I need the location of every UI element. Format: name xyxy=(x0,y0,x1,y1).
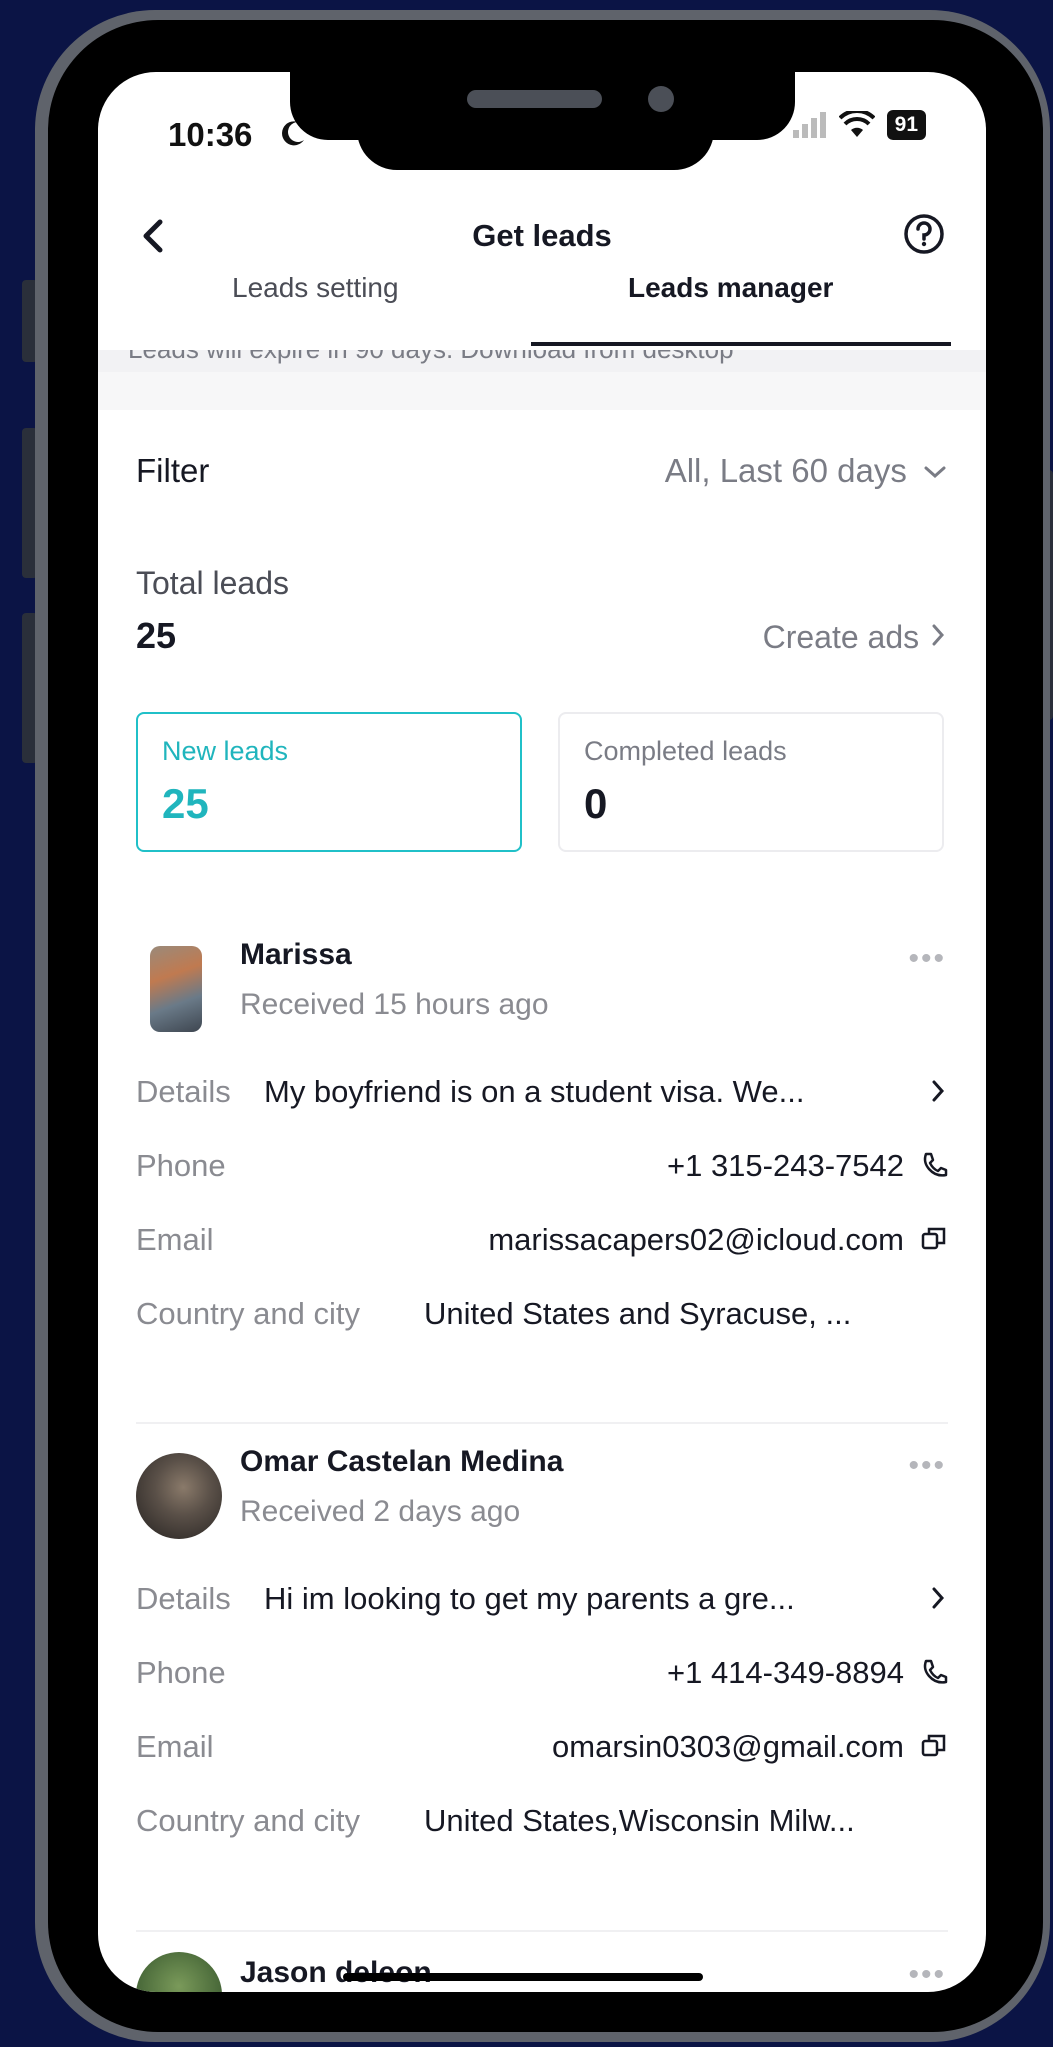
page-title: Get leads xyxy=(472,218,612,253)
details-label: Details xyxy=(136,1074,231,1109)
battery-icon: 91 xyxy=(886,110,926,140)
lead-received-time: Received 2 days ago xyxy=(240,1495,521,1528)
new-leads-count: 25 xyxy=(162,780,209,827)
speaker-grille xyxy=(467,90,602,108)
filter-label: Filter xyxy=(136,452,210,489)
phone-value[interactable]: +1 315-243-7542 xyxy=(667,1148,904,1184)
details-row[interactable]: Details My boyfriend is on a student vis… xyxy=(136,1074,948,1124)
copy-icon[interactable] xyxy=(920,1731,948,1761)
more-icon[interactable]: ••• xyxy=(908,1449,946,1483)
avatar xyxy=(136,1453,222,1539)
location-value: United States,Wisconsin Milw... xyxy=(424,1803,855,1838)
more-icon[interactable]: ••• xyxy=(908,1958,946,1992)
completed-leads-count: 0 xyxy=(584,780,608,827)
create-ads-link[interactable]: Create ads xyxy=(763,619,948,656)
help-icon[interactable] xyxy=(902,212,946,256)
details-label: Details xyxy=(136,1581,231,1616)
app-header: Get leads xyxy=(98,202,986,272)
avatar xyxy=(136,1952,222,1992)
chevron-right-icon xyxy=(932,624,945,646)
lead-name: Omar Castelan Medina xyxy=(240,1445,564,1478)
phone-row: Phone +1 315-243-7542 xyxy=(136,1148,948,1198)
chevron-down-icon xyxy=(924,466,946,479)
details-value: Hi im looking to get my parents a gre... xyxy=(264,1581,795,1616)
signal-icon xyxy=(792,112,826,138)
create-ads-label: Create ads xyxy=(762,619,920,655)
notice-text: Leads will expire in 90 days. Download f… xyxy=(128,350,734,365)
location-label: Country and city xyxy=(136,1296,360,1331)
lead-received-time: Received 15 hours ago xyxy=(240,988,549,1021)
divider xyxy=(136,1422,948,1424)
chevron-right-icon xyxy=(932,1080,945,1102)
status-icons: 91 xyxy=(792,110,926,140)
front-camera xyxy=(648,86,674,112)
email-value: omarsin0303@gmail.com xyxy=(552,1729,904,1764)
lead-name: Marissa xyxy=(240,938,352,971)
new-leads-card[interactable]: New leads 25 xyxy=(136,712,522,852)
email-row: Email marissacapers02@icloud.com xyxy=(136,1222,948,1272)
phone-icon[interactable] xyxy=(920,1150,948,1180)
email-value: marissacapers02@icloud.com xyxy=(488,1222,904,1257)
more-icon[interactable]: ••• xyxy=(908,942,946,976)
wifi-icon xyxy=(838,111,875,137)
total-leads-value: 25 xyxy=(136,615,177,656)
notch-lower xyxy=(357,120,714,170)
filter-row[interactable]: Filter All, Last 60 days xyxy=(136,452,948,490)
email-label: Email xyxy=(136,1729,214,1764)
details-row[interactable]: Details Hi im looking to get my parents … xyxy=(136,1581,948,1631)
app-screen: 10:36 91 Get leads Leads setting Leads m… xyxy=(98,72,986,1992)
location-label: Country and city xyxy=(136,1803,360,1838)
new-leads-label: New leads xyxy=(162,736,289,766)
lead-item[interactable]: Marissa Received 15 hours ago ••• Detail… xyxy=(98,938,986,1418)
avatar xyxy=(150,946,202,1032)
notice-banner: Leads will expire in 90 days. Download f… xyxy=(98,350,986,372)
phone-value[interactable]: +1 414-349-8894 xyxy=(667,1655,904,1691)
tab-leads-manager[interactable]: Leads manager xyxy=(628,272,833,304)
chevron-right-icon xyxy=(932,1587,945,1609)
location-row: Country and city United States and Syrac… xyxy=(136,1296,948,1346)
email-label: Email xyxy=(136,1222,214,1257)
phone-label: Phone xyxy=(136,1148,226,1183)
lead-item[interactable]: Omar Castelan Medina Received 2 days ago… xyxy=(98,1445,986,1925)
phone-icon[interactable] xyxy=(920,1657,948,1687)
completed-leads-card[interactable]: Completed leads 0 xyxy=(558,712,944,852)
location-value: United States and Syracuse, ... xyxy=(424,1296,852,1331)
phone-row: Phone +1 414-349-8894 xyxy=(136,1655,948,1705)
copy-icon[interactable] xyxy=(920,1224,948,1254)
lead-item[interactable]: Jason deleon ••• xyxy=(98,1952,986,1992)
tab-leads-setting[interactable]: Leads setting xyxy=(232,272,399,304)
email-row: Email omarsin0303@gmail.com xyxy=(136,1729,948,1779)
total-leads-label: Total leads xyxy=(136,565,289,601)
location-row: Country and city United States,Wisconsin… xyxy=(136,1803,948,1853)
tab-bar: Leads setting Leads manager xyxy=(98,272,986,350)
details-value: My boyfriend is on a student visa. We... xyxy=(264,1074,805,1109)
active-tab-indicator xyxy=(531,342,951,346)
completed-leads-label: Completed leads xyxy=(584,736,787,766)
filter-value: All, Last 60 days xyxy=(664,452,907,489)
home-indicator[interactable] xyxy=(343,1973,703,1981)
divider xyxy=(136,1930,948,1932)
filter-dropdown[interactable]: All, Last 60 days xyxy=(665,452,948,490)
phone-label: Phone xyxy=(136,1655,226,1690)
status-time: 10:36 xyxy=(168,116,253,153)
section-divider xyxy=(98,372,986,410)
